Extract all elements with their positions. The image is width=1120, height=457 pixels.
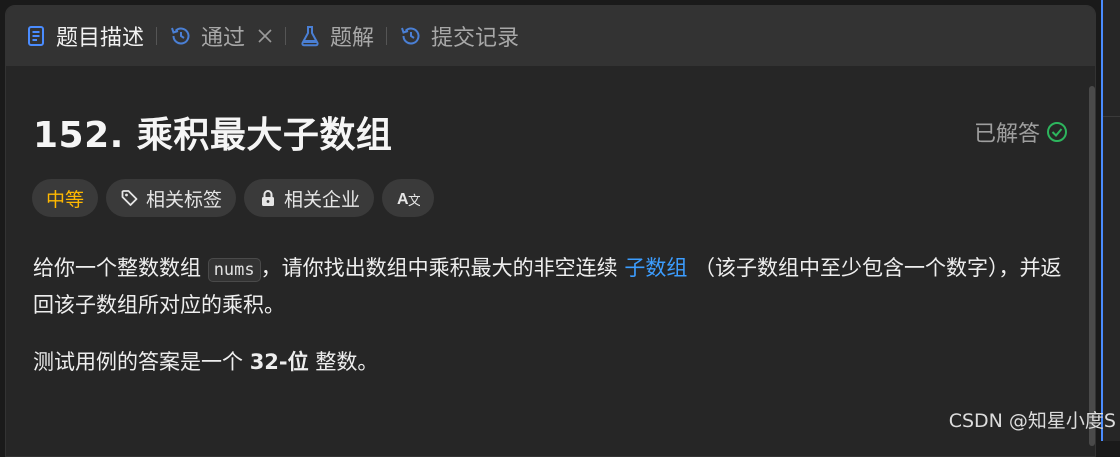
problem-panel: 题目描述 通过 题解 提交记录 152. 乘积最大子数组 已解答 中等 相关标签… [5, 5, 1096, 457]
tab-accepted[interactable]: 通过 [169, 6, 273, 66]
problem-content: 152. 乘积最大子数组 已解答 中等 相关标签 相关企业 A 文 给你一个整数… [6, 66, 1095, 456]
panel-resize-handle[interactable] [1101, 0, 1103, 441]
watermark: CSDN @知星小度S [948, 410, 1116, 432]
tab-accepted-label: 通过 [201, 26, 246, 51]
difficulty-badge: 中等 [32, 179, 99, 217]
description-text: 整数。 [315, 350, 379, 374]
document-icon [24, 24, 48, 48]
description-text: 给你一个整数数组 [33, 256, 201, 280]
translate-button[interactable]: A文 [382, 179, 435, 217]
related-companies-label: 相关企业 [284, 188, 361, 211]
solved-label: 已解答 [973, 122, 1040, 147]
description-paragraph: 给你一个整数数组 nums ，请你找出数组中乘积最大的非空连续 子数组 （该子数组… [33, 251, 1073, 323]
description-text: 测试用例的答案是一个 [33, 350, 243, 374]
tab-divider [285, 27, 287, 45]
tab-submissions[interactable]: 提交记录 [399, 6, 519, 66]
lock-icon [258, 188, 278, 208]
svg-text:文: 文 [408, 193, 420, 208]
subarray-link[interactable]: 子数组 [624, 256, 687, 280]
solved-status: 已解答 [974, 116, 1068, 148]
close-icon[interactable] [257, 28, 273, 44]
adjacent-panel [1103, 0, 1120, 441]
scrollbar[interactable] [1089, 86, 1095, 446]
history-icon [399, 24, 423, 48]
related-companies-button[interactable]: 相关企业 [244, 179, 375, 217]
inline-code: nums [207, 258, 261, 282]
tag-row: 中等 相关标签 相关企业 A文 [32, 179, 435, 217]
related-topics-label: 相关标签 [146, 188, 223, 211]
description-text: ，请你找出数组中乘积最大的非空连续 [260, 256, 618, 280]
problem-title: 152. 乘积最大子数组 [33, 115, 393, 156]
difficulty-label: 中等 [46, 188, 85, 211]
tab-submissions-label: 提交记录 [431, 26, 520, 51]
adjacent-panel-divider [1103, 116, 1120, 117]
description-paragraph: 测试用例的答案是一个 32-位 整数。 [33, 345, 1073, 380]
tab-description[interactable]: 题目描述 [24, 6, 144, 66]
history-icon [169, 24, 193, 48]
tab-solutions[interactable]: 题解 [298, 6, 374, 66]
tag-icon [120, 188, 140, 208]
related-topics-button[interactable]: 相关标签 [106, 179, 237, 217]
check-circle-icon [1046, 121, 1068, 143]
tab-bar: 题目描述 通过 题解 提交记录 [6, 6, 1095, 66]
bold-text: 32-位 [249, 350, 309, 374]
tab-solutions-label: 题解 [330, 26, 375, 51]
tab-divider [156, 27, 158, 45]
tab-description-label: 题目描述 [56, 26, 145, 51]
tab-divider [386, 27, 388, 45]
translate-icon: A文 [396, 188, 420, 208]
flask-icon [298, 24, 322, 48]
